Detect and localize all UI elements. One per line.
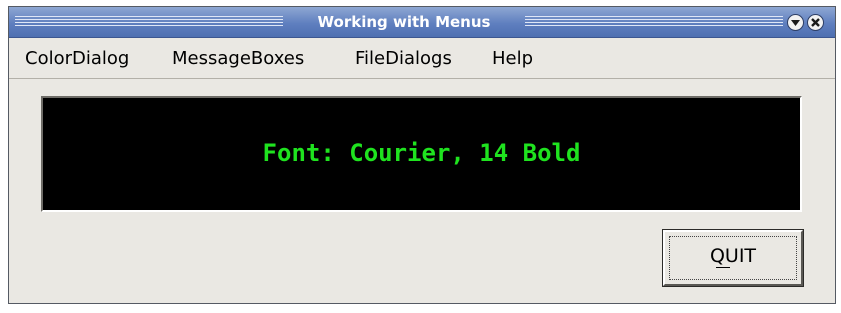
main-window: Working with Menus ColorDialog MessageBo… bbox=[8, 6, 836, 304]
title-grip-right bbox=[525, 16, 783, 28]
quit-label: QUIT bbox=[709, 245, 757, 267]
menu-help[interactable]: Help bbox=[492, 48, 533, 70]
menu-bar: ColorDialog MessageBoxes FileDialogs Hel… bbox=[9, 38, 835, 79]
close-icon bbox=[811, 18, 820, 27]
shade-arrow-icon bbox=[791, 20, 800, 26]
quit-button[interactable]: QUIT bbox=[663, 230, 803, 286]
close-button[interactable] bbox=[807, 14, 824, 31]
quit-mnemonic-underline bbox=[716, 267, 730, 268]
menu-filedialogs[interactable]: FileDialogs bbox=[355, 48, 452, 70]
title-bar[interactable]: Working with Menus bbox=[9, 7, 835, 38]
title-grip-left bbox=[15, 16, 283, 28]
menu-colordialog[interactable]: ColorDialog bbox=[25, 48, 129, 70]
shade-button[interactable] bbox=[787, 14, 804, 31]
font-display-panel: Font: Courier, 14 Bold bbox=[41, 96, 802, 212]
menu-messageboxes[interactable]: MessageBoxes bbox=[172, 48, 304, 70]
window-title: Working with Menus bbox=[317, 13, 491, 31]
font-display-label: Font: Courier, 14 Bold bbox=[262, 139, 581, 167]
